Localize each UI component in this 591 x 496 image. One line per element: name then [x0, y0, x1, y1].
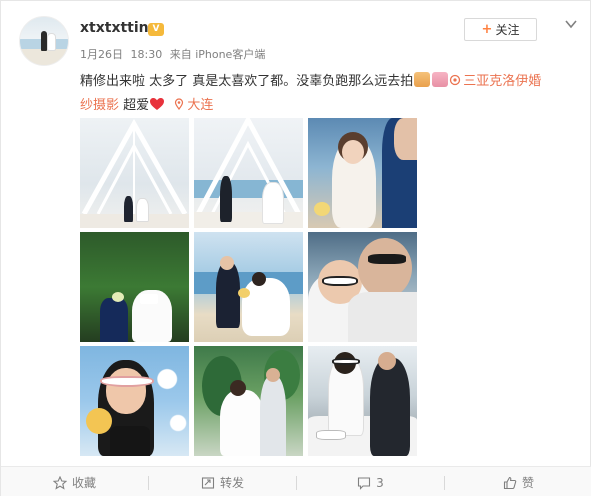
weibo-post-card: xtxtxtting V 1月26日 18:30 来自 iPhone客户端 + …	[0, 0, 591, 496]
location-pin-icon	[175, 98, 184, 110]
star-icon	[52, 475, 67, 490]
like-label: 赞	[521, 476, 534, 490]
post-after-link: 超爱	[119, 98, 150, 113]
like-button[interactable]: 赞	[445, 467, 591, 496]
repost-label: 转发	[219, 476, 244, 490]
vip-badge-icon: V	[148, 23, 164, 36]
photo-thumbnail[interactable]	[308, 232, 417, 342]
couple-emoji-icon	[414, 72, 431, 87]
photo-thumbnail[interactable]	[80, 118, 189, 228]
action-bar: 收藏 转发 3 赞	[1, 466, 591, 496]
location-link[interactable]: 大连	[173, 98, 213, 113]
favorite-label: 收藏	[71, 476, 96, 490]
post-time[interactable]: 18:30	[131, 48, 163, 61]
heart-icon	[150, 98, 165, 110]
repost-icon	[201, 476, 215, 489]
follow-label: 关注	[495, 23, 520, 37]
post-date[interactable]: 1月26日	[80, 48, 123, 61]
chevron-down-icon[interactable]	[564, 17, 578, 31]
repost-button[interactable]: 转发	[149, 467, 296, 496]
post-line1: 精修出来啦 太多了 真是太喜欢了都。没辜负跑那么远去拍	[80, 74, 414, 89]
studio-link-text: 三亚克洛伊婚	[463, 74, 542, 89]
photo-thumbnail[interactable]	[308, 346, 417, 456]
link-icon	[450, 74, 461, 86]
post-source: 来自 iPhone客户端	[169, 48, 266, 61]
favorite-button[interactable]: 收藏	[1, 467, 148, 496]
photo-grid	[80, 118, 417, 456]
post-text: 精修出来啦 太多了 真是太喜欢了都。没辜负跑那么远去拍 三亚克洛伊婚 纱摄影 超爱 …	[80, 70, 560, 118]
couple-emoji-icon-2	[432, 72, 449, 87]
thumbs-up-icon	[503, 476, 517, 489]
comment-count: 3	[376, 475, 384, 490]
photo-thumbnail[interactable]	[194, 118, 303, 228]
photo-thumbnail[interactable]	[80, 232, 189, 342]
photo-thumbnail[interactable]	[194, 346, 303, 456]
location-text: 大连	[187, 98, 214, 113]
comment-icon	[358, 476, 371, 490]
plus-icon: +	[481, 22, 493, 37]
username[interactable]: xtxtxtting	[80, 20, 159, 36]
photo-thumbnail[interactable]	[308, 118, 417, 228]
photo-thumbnail[interactable]	[80, 346, 189, 456]
photo-thumbnail[interactable]	[194, 232, 303, 342]
post-meta: 1月26日 18:30 来自 iPhone客户端	[80, 46, 269, 62]
comment-button[interactable]: 3	[297, 467, 444, 496]
avatar[interactable]	[19, 16, 69, 66]
follow-button[interactable]: + 关注	[464, 18, 537, 41]
studio-link-text-2: 纱摄影	[80, 98, 120, 113]
